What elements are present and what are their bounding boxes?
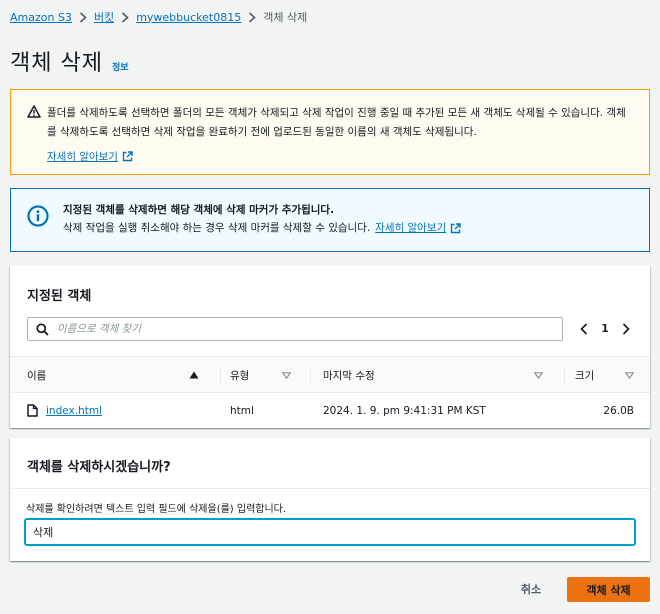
object-modified-cell: 2024. 1. 9. pm 9:41:31 PM KST bbox=[323, 404, 486, 417]
sort-icon[interactable] bbox=[625, 371, 634, 379]
object-type-cell: html bbox=[230, 404, 254, 417]
object-name-cell: index.html bbox=[27, 393, 102, 428]
info-link[interactable]: 정보 bbox=[112, 60, 129, 73]
column-divider bbox=[564, 367, 565, 384]
chevron-left-icon bbox=[580, 323, 588, 335]
column-header-last-modified[interactable]: 마지막 수정 bbox=[323, 357, 558, 393]
breadcrumb-buckets[interactable]: 버킷 bbox=[94, 9, 114, 25]
objects-table-header: 이름 유형 마지막 수정 크기 bbox=[10, 356, 650, 393]
column-divider bbox=[310, 367, 311, 384]
warning-icon bbox=[27, 105, 41, 118]
search-input[interactable] bbox=[57, 323, 537, 335]
warning-text: 폴더를 삭제하도록 선택하면 폴더의 모든 객체가 삭제되고 삭제 작업이 진행… bbox=[47, 107, 626, 138]
divider bbox=[10, 488, 650, 489]
sort-icon[interactable] bbox=[282, 371, 291, 379]
breadcrumb-amazon-s3[interactable]: Amazon S3 bbox=[10, 11, 72, 24]
column-divider bbox=[220, 367, 221, 384]
file-icon bbox=[27, 404, 38, 417]
breadcrumb-current: 객체 삭제 bbox=[263, 11, 308, 24]
external-link-icon bbox=[450, 222, 461, 233]
info-alert-title: 지정된 객체를 삭제하면 해당 객체에 삭제 마커가 추가됩니다. bbox=[63, 204, 335, 216]
external-link-icon bbox=[122, 151, 133, 162]
confirm-delete-panel: 객체를 삭제하시겠습니까? 삭제를 확인하려면 텍스트 입력 필드에 삭제을(를… bbox=[10, 438, 650, 561]
pagination: 1 bbox=[572, 317, 638, 341]
info-learn-more-link[interactable]: 자세히 알아보기 bbox=[375, 220, 446, 236]
info-alert: 지정된 객체를 삭제하면 해당 객체에 삭제 마커가 추가됩니다. 삭제 작업을… bbox=[10, 188, 650, 252]
chevron-right-icon bbox=[72, 10, 94, 24]
chevron-right-icon bbox=[114, 10, 136, 24]
confirm-delete-input[interactable] bbox=[25, 519, 635, 545]
cancel-button[interactable]: 취소 bbox=[506, 577, 556, 601]
sort-icon[interactable] bbox=[534, 371, 543, 379]
column-header-type[interactable]: 유형 bbox=[230, 357, 308, 393]
chevron-right-icon bbox=[241, 10, 263, 24]
current-page-number[interactable]: 1 bbox=[596, 323, 614, 335]
search-icon bbox=[36, 322, 49, 336]
info-icon bbox=[27, 205, 49, 227]
table-row: index.html html 2024. 1. 9. pm 9:41:31 P… bbox=[10, 393, 650, 428]
chevron-right-icon bbox=[622, 323, 630, 335]
sort-ascending-icon[interactable] bbox=[189, 371, 199, 379]
object-name-link[interactable]: index.html bbox=[46, 405, 102, 417]
confirm-instruction-label: 삭제를 확인하려면 텍스트 입력 필드에 삭제을(를) 입력합니다. bbox=[26, 504, 287, 515]
warning-learn-more-link[interactable]: 자세히 알아보기 bbox=[47, 149, 118, 164]
object-search[interactable] bbox=[27, 317, 563, 341]
breadcrumb-bucket[interactable]: mywebbucket0815 bbox=[136, 11, 241, 24]
specified-objects-panel: 지정된 객체 1 이름 유형 마 bbox=[10, 266, 650, 428]
warning-alert: 폴더를 삭제하도록 선택하면 폴더의 모든 객체가 삭제되고 삭제 작업이 진행… bbox=[10, 89, 650, 175]
prev-page-button[interactable] bbox=[572, 317, 596, 341]
confirm-delete-title: 객체를 삭제하시겠습니까? bbox=[27, 460, 171, 475]
info-alert-description: 삭제 작업을 실행 취소해야 하는 경우 삭제 마커를 삭제할 수 있습니다. bbox=[63, 222, 371, 234]
page-header: 객체 삭제 정보 bbox=[10, 45, 129, 77]
delete-objects-button[interactable]: 객체 삭제 bbox=[567, 577, 650, 602]
specified-objects-title: 지정된 객체 bbox=[27, 289, 92, 304]
breadcrumb: Amazon S3 버킷 mywebbucket0815 객체 삭제 bbox=[10, 9, 307, 25]
column-header-name[interactable]: 이름 bbox=[27, 357, 212, 393]
column-header-size[interactable]: 크기 bbox=[575, 357, 640, 393]
next-page-button[interactable] bbox=[614, 317, 638, 341]
object-size-cell: 26.0B bbox=[603, 404, 634, 417]
page-title: 객체 삭제 bbox=[10, 51, 103, 76]
